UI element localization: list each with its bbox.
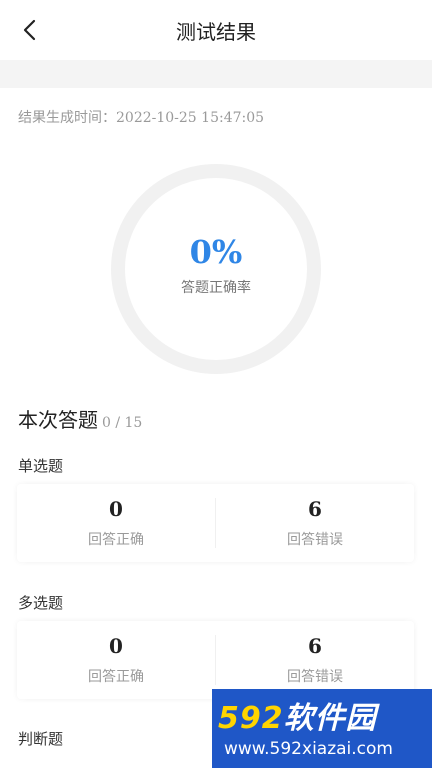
stat-correct-label: 回答正确 (88, 669, 144, 685)
accuracy-label: 答题正确率 (181, 280, 251, 296)
site-watermark: 592软件园 www.592xiazai.com (212, 689, 432, 768)
stat-wrong-value: 6 (308, 497, 322, 521)
stat-correct-label: 回答正确 (88, 532, 144, 548)
accuracy-ring: 0% 答题正确率 (110, 163, 322, 375)
group-label-single: 单选题 (18, 457, 64, 475)
summary-title: 本次答题 0 / 15 (18, 404, 142, 433)
stat-correct-value: 0 (109, 497, 123, 521)
stat-wrong-label: 回答错误 (287, 669, 343, 685)
generated-time-label: 结果生成时间： (18, 110, 116, 126)
watermark-digits: 592 (218, 701, 284, 736)
stat-wrong-value: 6 (308, 634, 322, 658)
watermark-brand: 592软件园 (218, 693, 377, 737)
accuracy-value: 0% (189, 233, 243, 271)
stat-correct-value: 0 (109, 634, 123, 658)
stat-correct: 0 回答正确 (17, 621, 215, 699)
stat-wrong: 6 回答错误 (216, 621, 414, 699)
summary-title-text: 本次答题 (18, 408, 98, 432)
group-label-judge: 判断题 (18, 730, 64, 748)
top-bar: 测试结果 (0, 0, 432, 60)
group-label-multi: 多选题 (18, 594, 64, 612)
stat-wrong: 6 回答错误 (216, 484, 414, 562)
stats-card-multi: 0 回答正确 6 回答错误 (17, 621, 414, 699)
page-title: 测试结果 (176, 20, 256, 44)
generated-time: 结果生成时间：2022-10-25 15:47:05 (18, 107, 264, 127)
stats-card-single: 0 回答正确 6 回答错误 (17, 484, 414, 562)
generated-time-value: 2022-10-25 15:47:05 (116, 110, 265, 126)
watermark-url: www.592xiazai.com (224, 739, 393, 759)
section-divider (0, 60, 432, 88)
watermark-brand-text: 软件园 (283, 701, 377, 736)
stat-correct: 0 回答正确 (17, 484, 215, 562)
accuracy-center: 0% 答题正确率 (110, 163, 322, 375)
stat-wrong-label: 回答错误 (287, 532, 343, 548)
summary-count: 0 / 15 (102, 415, 143, 431)
